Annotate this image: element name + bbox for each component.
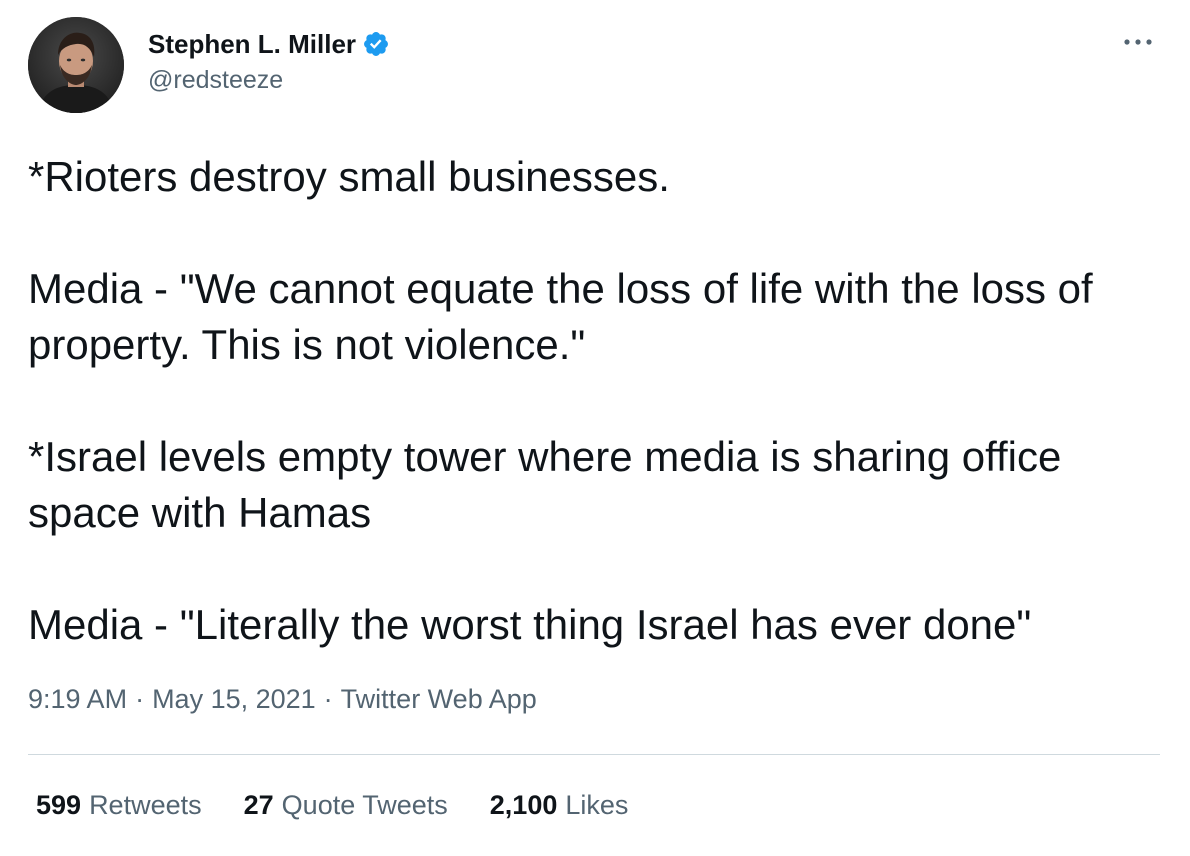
avatar[interactable] bbox=[28, 17, 124, 113]
divider bbox=[28, 754, 1160, 755]
quote-tweets-stat[interactable]: 27 Quote Tweets bbox=[244, 790, 448, 821]
likes-stat[interactable]: 2,100 Likes bbox=[490, 790, 629, 821]
tweet-timestamp-date[interactable]: May 15, 2021 bbox=[152, 684, 316, 714]
more-options-button[interactable] bbox=[1116, 24, 1160, 60]
meta-separator: · bbox=[323, 684, 333, 714]
tweet-timestamp-time[interactable]: 9:19 AM bbox=[28, 684, 127, 714]
retweets-stat[interactable]: 599 Retweets bbox=[36, 790, 202, 821]
quote-tweets-count: 27 bbox=[243, 790, 274, 820]
tweet-paragraph: *Israel levels empty tower where media i… bbox=[28, 433, 1062, 536]
likes-count: 2,100 bbox=[489, 790, 558, 820]
tweet-metadata: 9:19 AM · May 15, 2021 · Twitter Web App bbox=[28, 684, 537, 715]
quote-tweets-label: Quote Tweets bbox=[281, 790, 448, 820]
author-name-row: Stephen L. Miller bbox=[148, 26, 390, 62]
engagement-stats: 599 Retweets 27 Quote Tweets 2,100 Likes bbox=[36, 790, 628, 821]
author-handle[interactable]: @redsteeze bbox=[148, 66, 283, 95]
tweet-text: *Rioters destroy small businesses. Media… bbox=[28, 149, 1168, 653]
display-name[interactable]: Stephen L. Miller bbox=[148, 29, 356, 60]
retweets-count: 599 bbox=[36, 790, 82, 820]
tweet-source[interactable]: Twitter Web App bbox=[341, 684, 537, 714]
verified-badge-icon bbox=[362, 30, 390, 58]
tweet-paragraph: *Rioters destroy small businesses. bbox=[28, 153, 670, 200]
more-horizontal-icon bbox=[1124, 39, 1152, 45]
meta-separator: · bbox=[135, 684, 145, 714]
tweet-detail: Stephen L. Miller @redsteeze *Rioters de… bbox=[0, 0, 1190, 856]
tweet-paragraph: Media - "Literally the worst thing Israe… bbox=[28, 601, 1032, 648]
tweet-paragraph: Media - "We cannot equate the loss of li… bbox=[28, 265, 1093, 368]
profile-photo-icon bbox=[28, 17, 124, 113]
retweets-label: Retweets bbox=[89, 790, 202, 820]
likes-label: Likes bbox=[565, 790, 629, 820]
